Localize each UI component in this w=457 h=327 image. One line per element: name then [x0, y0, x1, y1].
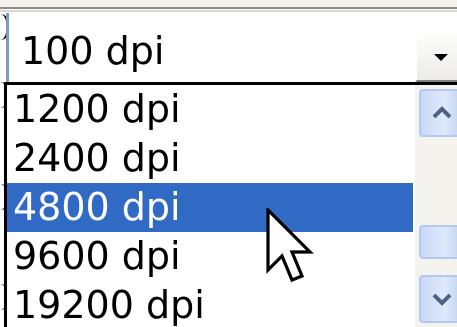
- dropdown-toggle-button[interactable]: [414, 27, 457, 83]
- scroll-down-button[interactable]: [419, 275, 457, 323]
- combobox-selected-value: 100 dpi: [21, 29, 165, 73]
- dropdown-option-2400[interactable]: 2400 dpi: [7, 134, 413, 183]
- chevron-down-icon: [432, 293, 452, 306]
- mouse-pointer-icon: [266, 208, 314, 283]
- chevron-down-icon: [434, 54, 448, 61]
- scroll-up-button[interactable]: [419, 89, 457, 137]
- window-top-edge: [0, 0, 457, 12]
- dropdown-option-9600[interactable]: 9600 dpi: [7, 232, 413, 281]
- dropdown-option-19200[interactable]: 19200 dpi: [7, 281, 413, 327]
- scroll-thumb[interactable]: [419, 225, 457, 259]
- dropdown-option-1200[interactable]: 1200 dpi: [7, 85, 413, 134]
- chevron-up-icon: [432, 106, 452, 119]
- resolution-dropdown-list[interactable]: 1200 dpi 2400 dpi 4800 dpi 9600 dpi 1920…: [4, 82, 457, 327]
- dropdown-option-4800[interactable]: 4800 dpi: [7, 183, 413, 232]
- dropdown-scrollbar[interactable]: [413, 85, 457, 327]
- resolution-combobox[interactable]: 100 dpi: [6, 13, 457, 83]
